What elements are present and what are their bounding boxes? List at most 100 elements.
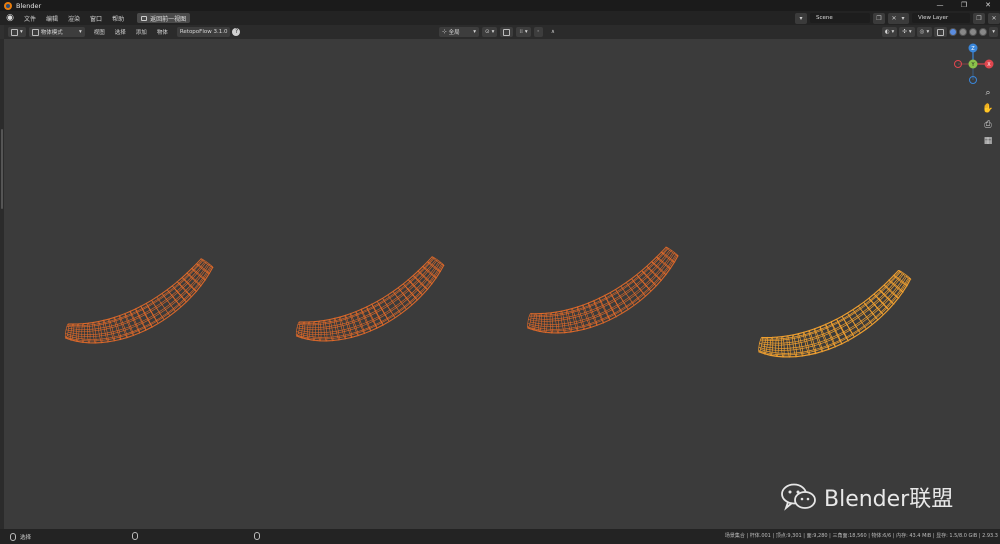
view-layer-field[interactable]: View Layer <box>912 13 970 23</box>
wire-ring <box>769 336 774 357</box>
viewport-header: ▾ 物体模式 ▾ 视图 选择 添加 物体 RetopoFlow 3.1.0 ? … <box>4 25 1000 39</box>
back-to-previous-label: 返回前一视图 <box>150 15 187 23</box>
wire-ring <box>897 269 912 280</box>
wire-edge <box>296 259 438 330</box>
help-icon[interactable]: ? <box>232 28 241 36</box>
wire-edge <box>67 258 202 325</box>
delete-view-layer-icon[interactable]: ✕ <box>988 12 1000 24</box>
wire-ring <box>593 299 604 324</box>
maximize-button[interactable]: ❐ <box>952 0 976 11</box>
menu-object[interactable]: 物体 <box>152 28 173 36</box>
scene-statistics: 场景集合 | 杆体.001 | 顶点:9,301 | 面:9,280 | 三角面… <box>724 533 998 539</box>
retopoflow-menu[interactable]: RetopoFlow 3.1.0 <box>176 27 231 37</box>
overlay-toggle[interactable]: ◎ ▾ <box>916 27 933 37</box>
wire-ring <box>317 320 322 342</box>
watermark: Blender联盟 <box>780 481 953 513</box>
wire-ring <box>781 335 785 358</box>
wire-edge <box>759 273 905 346</box>
wireframe-tube-3[interactable] <box>527 246 679 334</box>
solid-shading-button[interactable] <box>959 28 968 36</box>
wire-ring <box>532 313 537 331</box>
material-shading-button[interactable] <box>969 28 978 36</box>
scene-icon[interactable]: ▾ <box>795 12 807 24</box>
wire-edge <box>762 273 903 344</box>
wire-ring <box>431 256 445 266</box>
wireframe-tube-4[interactable] <box>758 269 912 358</box>
proportional-icon: ◦ <box>536 29 540 35</box>
editor-type-button[interactable]: ▾ <box>8 27 26 37</box>
menu-window[interactable]: 窗口 <box>85 14 107 23</box>
wire-edge <box>760 277 909 354</box>
mouse-right-icon <box>254 532 260 540</box>
menu-view[interactable]: 视图 <box>89 28 110 36</box>
wire-edge <box>67 265 211 340</box>
wire-edge <box>530 246 667 314</box>
zoom-icon[interactable]: ⌕ <box>985 88 990 98</box>
pivot-point-dropdown[interactable]: ⊙ ▾ <box>482 27 498 37</box>
wire-ring <box>775 336 779 358</box>
transform-orientation-dropdown[interactable]: ⊹ 全局 ▾ <box>439 27 479 37</box>
minimize-button[interactable]: — <box>928 0 952 11</box>
back-to-previous-button[interactable]: 返回前一视图 <box>137 13 191 23</box>
wire-edge <box>68 258 202 325</box>
wire-ring <box>166 289 182 308</box>
visibility-dropdown[interactable]: ◐ ▾ <box>881 27 898 37</box>
status-bar: 选择 场景集合 | 杆体.001 | 顶点:9,301 | 面:9,280 | … <box>0 529 1000 544</box>
mode-dropdown[interactable]: 物体模式 ▾ <box>28 27 85 37</box>
wire-ring <box>636 274 652 292</box>
menu-render[interactable]: 渲染 <box>63 14 85 23</box>
gizmo-z-label: Z <box>971 46 975 52</box>
menu-add[interactable]: 添加 <box>131 28 152 36</box>
watermark-text: Blender联盟 <box>824 487 954 512</box>
wireframe-tube-1[interactable] <box>64 258 214 344</box>
new-view-layer-icon[interactable]: ❐ <box>973 12 985 24</box>
xray-icon <box>937 28 945 36</box>
wire-ring <box>86 322 91 344</box>
chevron-down-icon: ▾ <box>79 29 82 35</box>
grid-icon[interactable]: ▦ <box>984 136 993 146</box>
view-layer-selector: ▾ View Layer ❐ ✕ <box>897 12 1000 24</box>
menu-select[interactable]: 选择 <box>110 28 131 36</box>
retopoflow-label: RetopoFlow 3.1.0 <box>179 29 228 35</box>
wire-ring <box>631 278 646 297</box>
viewport-display-tools: ◐ ▾ ✣ ▾ ◎ ▾ ▾ <box>881 27 998 37</box>
snap-target-dropdown[interactable]: ⁞⁞ ▾ <box>516 27 531 37</box>
wire-ring <box>301 321 306 339</box>
viewport-canvas <box>64 246 912 358</box>
wire-ring <box>544 312 548 334</box>
menu-file[interactable]: 文件 <box>19 14 41 23</box>
wire-ring <box>312 320 316 342</box>
shading-options-dropdown[interactable]: ▾ <box>989 27 998 37</box>
wire-edge <box>299 256 433 323</box>
wire-edge <box>299 259 436 328</box>
hand-pan-icon[interactable]: ✋ <box>982 104 993 114</box>
object-mode-icon <box>31 28 39 36</box>
editor-type-icon <box>11 28 18 36</box>
new-scene-icon[interactable]: ❐ <box>873 12 885 24</box>
scene-name-field[interactable]: Scene <box>810 13 870 23</box>
blender-menu-icon[interactable]: ◉ <box>5 13 15 23</box>
wire-ring <box>538 312 542 333</box>
wireframe-tube-2[interactable] <box>295 256 445 342</box>
wire-edge <box>761 270 900 339</box>
wire-ring <box>665 246 679 257</box>
falloff-icon[interactable]: ∧ <box>546 29 560 35</box>
menu-help[interactable]: 帮助 <box>107 14 129 23</box>
camera-icon[interactable]: ⎙ <box>984 120 991 130</box>
rendered-shading-button[interactable] <box>979 28 988 36</box>
gizmo-toggle[interactable]: ✣ ▾ <box>899 27 915 37</box>
3d-viewport[interactable] <box>4 39 1000 529</box>
snap-toggle[interactable] <box>500 27 514 37</box>
wire-ring <box>70 323 75 341</box>
navigation-gizmo[interactable]: Z X Y <box>947 39 1000 89</box>
close-button[interactable]: ✕ <box>976 0 1000 11</box>
proportional-edit-toggle[interactable]: ◦ <box>533 27 543 37</box>
wire-ring <box>200 258 214 268</box>
wire-ring <box>81 322 85 344</box>
wireframe-shading-button[interactable] <box>949 28 958 36</box>
orientation-icon: ⊹ <box>442 29 447 35</box>
view-layer-icon[interactable]: ▾ <box>897 12 909 24</box>
gizmo-x-label: X <box>987 62 991 68</box>
xray-toggle[interactable] <box>934 27 948 37</box>
menu-edit[interactable]: 编辑 <box>41 14 63 23</box>
